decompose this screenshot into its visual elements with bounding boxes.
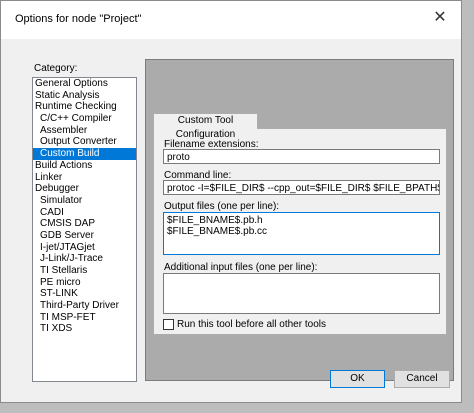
category-item-assembler[interactable]: Assembler xyxy=(33,125,136,137)
title-bar: Options for node "Project" ✕ xyxy=(1,1,461,39)
category-item-cmsis-dap[interactable]: CMSIS DAP xyxy=(33,218,136,230)
window-title: Options for node "Project" xyxy=(15,13,142,25)
options-dialog: Options for node "Project" ✕ Category: G… xyxy=(0,0,462,403)
category-item-ti-stellaris[interactable]: TI Stellaris xyxy=(33,265,136,277)
category-item-st-link[interactable]: ST-LINK xyxy=(33,288,136,300)
output-file-line: $FILE_BNAME$.pb.cc xyxy=(167,226,268,237)
ok-button[interactable]: OK xyxy=(330,370,385,388)
category-item-simulator[interactable]: Simulator xyxy=(33,195,136,207)
command-line-input[interactable]: protoc -I=$FILE_DIR$ --cpp_out=$FILE_DIR… xyxy=(163,180,440,195)
run-before-label[interactable]: Run this tool before all other tools xyxy=(177,319,326,330)
category-item-i-jet-jtagjet[interactable]: I-jet/JTAGjet xyxy=(33,242,136,254)
category-list[interactable]: General Options Static Analysis Runtime Ch… xyxy=(32,77,137,382)
additional-input-files-label: Additional input files (one per line): xyxy=(164,262,318,273)
category-item-pe-micro[interactable]: PE micro xyxy=(33,277,136,289)
category-item-gdb-server[interactable]: GDB Server xyxy=(33,230,136,242)
category-item-custom-build[interactable]: Custom Build xyxy=(33,148,136,160)
category-item-cadi[interactable]: CADI xyxy=(33,207,136,219)
filename-extensions-input[interactable]: proto xyxy=(163,149,440,164)
category-item-linker[interactable]: Linker xyxy=(33,172,136,184)
category-item-output-converter[interactable]: Output Converter xyxy=(33,136,136,148)
category-item-build-actions[interactable]: Build Actions xyxy=(33,160,136,172)
category-item-ti-xds[interactable]: TI XDS xyxy=(33,323,136,335)
category-item-static-analysis[interactable]: Static Analysis xyxy=(33,90,136,102)
category-item-general-options[interactable]: General Options xyxy=(33,78,136,90)
output-file-line: $FILE_BNAME$.pb.h xyxy=(167,215,263,226)
category-item-runtime-checking[interactable]: Runtime Checking xyxy=(33,101,136,113)
tab-custom-tool-configuration[interactable]: Custom Tool Configuration xyxy=(153,113,258,140)
run-before-checkbox[interactable] xyxy=(163,319,174,330)
category-label: Category: xyxy=(34,63,78,74)
close-icon[interactable]: ✕ xyxy=(419,1,461,35)
category-item-debugger[interactable]: Debugger xyxy=(33,183,136,195)
category-item-ti-msp-fet[interactable]: TI MSP-FET xyxy=(33,312,136,324)
cancel-button[interactable]: Cancel xyxy=(394,370,450,388)
additional-input-files-textarea[interactable] xyxy=(163,273,440,314)
category-item-third-party-driver[interactable]: Third-Party Driver xyxy=(33,300,136,312)
output-files-textarea[interactable]: $FILE_BNAME$.pb.h $FILE_BNAME$.pb.cc xyxy=(163,212,440,255)
output-files-label: Output files (one per line): xyxy=(164,201,280,212)
category-item-c-c-compiler[interactable]: C/C++ Compiler xyxy=(33,113,136,125)
category-item-j-link-j-trace[interactable]: J-Link/J-Trace xyxy=(33,253,136,265)
